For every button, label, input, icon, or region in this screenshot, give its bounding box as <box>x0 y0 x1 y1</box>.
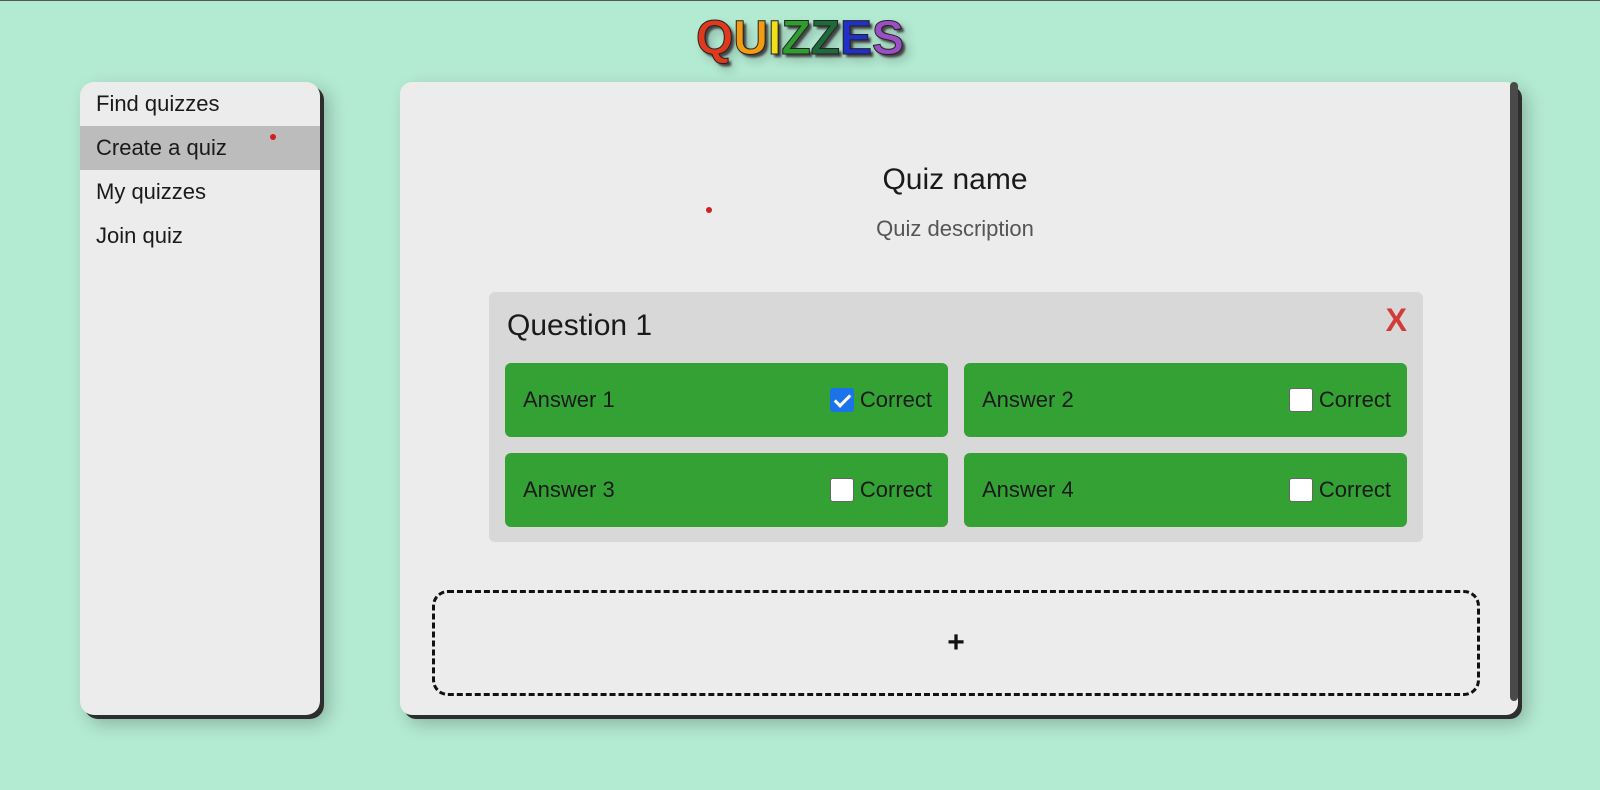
delete-question-button[interactable]: X <box>1386 302 1407 338</box>
question-title-field[interactable]: Question 1 <box>507 308 652 344</box>
nav-item-my-quizzes[interactable]: My quizzes <box>80 170 320 214</box>
correct-label: Correct <box>859 387 932 412</box>
answer-text-field[interactable]: Answer 2 <box>982 387 1074 413</box>
add-question-button[interactable]: + <box>432 590 1480 696</box>
answer-card: Answer 2 Correct <box>964 363 1407 437</box>
quiz-editor-panel: Quiz name Quiz description Question 1 X … <box>400 82 1518 715</box>
correct-label: Correct <box>1318 477 1391 502</box>
nav-item-label: Create a quiz <box>96 135 227 160</box>
quiz-name-field[interactable]: Quiz name <box>400 161 1510 199</box>
scrollbar[interactable] <box>1510 82 1518 701</box>
answer-card: Answer 4 Correct <box>964 453 1407 527</box>
app-title-letter: U <box>733 12 769 66</box>
app-title-letter: E <box>839 12 872 66</box>
sidebar-nav: Find quizzes Create a quiz My quizzes Jo… <box>80 82 320 715</box>
cursor-marker-dot <box>706 207 712 213</box>
app-title-letter: I <box>767 12 782 66</box>
cursor-marker-dot <box>270 134 276 140</box>
nav-item-join-quiz[interactable]: Join quiz <box>80 214 320 258</box>
correct-label: Correct <box>859 477 932 502</box>
correct-toggle[interactable]: Correct <box>829 387 932 413</box>
plus-icon: + <box>947 626 965 659</box>
app-title: QUIZZES <box>0 11 1600 67</box>
correct-checkbox[interactable] <box>829 478 854 502</box>
answer-card: Answer 3 Correct <box>505 453 948 527</box>
nav-list: Find quizzes Create a quiz My quizzes Jo… <box>80 82 320 258</box>
answer-text-field[interactable]: Answer 4 <box>982 477 1074 503</box>
correct-toggle[interactable]: Correct <box>1288 477 1391 503</box>
correct-label: Correct <box>1318 387 1391 412</box>
app-title-letter: Z <box>781 12 811 66</box>
quiz-description-field[interactable]: Quiz description <box>400 214 1510 244</box>
correct-checkbox[interactable] <box>1288 478 1313 502</box>
correct-toggle[interactable]: Correct <box>829 477 932 503</box>
app-title-letter: Z <box>810 12 840 66</box>
correct-checkbox[interactable] <box>1288 388 1313 412</box>
app-title-letter: S <box>871 12 905 66</box>
nav-item-create-a-quiz[interactable]: Create a quiz <box>80 126 320 170</box>
app-title-letter: Q <box>695 12 734 66</box>
answer-card: Answer 1 Correct <box>505 363 948 437</box>
answer-text-field[interactable]: Answer 1 <box>523 387 615 413</box>
answer-text-field[interactable]: Answer 3 <box>523 477 615 503</box>
correct-checkbox[interactable] <box>829 388 854 412</box>
question-card: Question 1 X Answer 1 Correct Answer 2 C… <box>489 292 1423 542</box>
correct-toggle[interactable]: Correct <box>1288 387 1391 413</box>
nav-item-find-quizzes[interactable]: Find quizzes <box>80 82 320 126</box>
